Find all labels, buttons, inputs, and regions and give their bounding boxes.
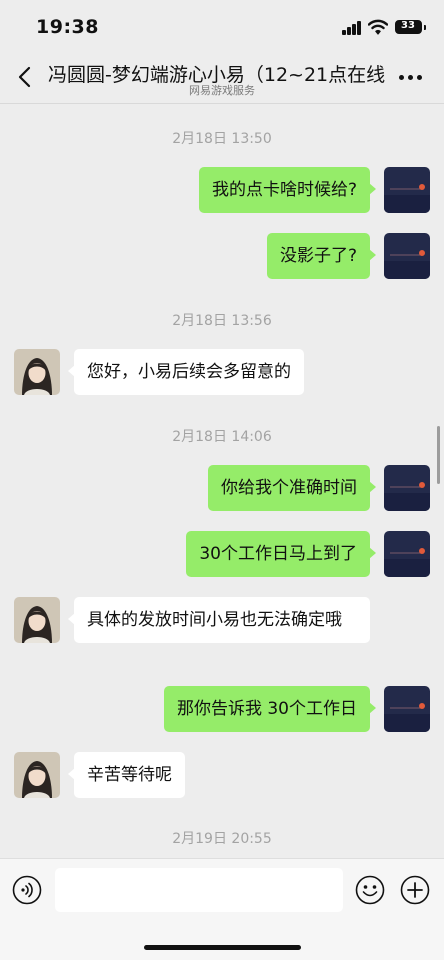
- timestamp: 2月18日 13:56: [172, 313, 272, 329]
- scrollbar[interactable]: [437, 426, 440, 484]
- message-bubble-sent[interactable]: 30个工作日马上到了: [186, 531, 376, 577]
- voice-icon[interactable]: [12, 875, 42, 905]
- avatar[interactable]: [14, 349, 60, 395]
- avatar[interactable]: [384, 167, 430, 213]
- message-input[interactable]: [55, 868, 343, 912]
- home-indicator[interactable]: [144, 945, 301, 950]
- avatar[interactable]: [14, 597, 60, 643]
- moon-avatar-image: [384, 167, 430, 213]
- input-bar: [0, 858, 444, 960]
- avatar[interactable]: [384, 686, 430, 732]
- message-bubble-sent[interactable]: 没影子了?: [266, 233, 377, 279]
- battery-nub: [424, 25, 426, 30]
- avatar[interactable]: [384, 233, 430, 279]
- battery-icon: 33: [395, 20, 422, 34]
- timestamp: 2月19日 20:55: [172, 831, 272, 847]
- moon-avatar-image: [384, 531, 430, 577]
- girl-avatar-image: [14, 349, 60, 395]
- status-time: 19:38: [36, 16, 99, 38]
- chat-subtitle: 网易游戏服务: [189, 84, 255, 97]
- timestamp: 2月18日 13:50: [172, 131, 272, 147]
- nav-bar: 冯圆圆-梦幻端游心小易（12~21点在线 网易游戏服务: [0, 50, 444, 104]
- message-bubble-sent[interactable]: 那你告诉我 30个工作日: [163, 686, 377, 732]
- avatar[interactable]: [384, 465, 430, 511]
- girl-avatar-image: [14, 597, 60, 643]
- moon-avatar-image: [384, 686, 430, 732]
- avatar[interactable]: [384, 531, 430, 577]
- status-bar: 19:38 33: [0, 0, 444, 50]
- moon-avatar-image: [384, 233, 430, 279]
- message-bubble-sent[interactable]: 你给我个准确时间: [208, 465, 376, 511]
- message-bubble-received[interactable]: 辛苦等待呢: [68, 752, 185, 798]
- timestamp: 2月18日 14:06: [172, 429, 272, 445]
- moon-avatar-image: [384, 465, 430, 511]
- emoji-icon[interactable]: [355, 875, 385, 905]
- girl-avatar-image: [14, 752, 60, 798]
- battery-level: 33: [401, 20, 415, 31]
- message-bubble-sent[interactable]: 我的点卡啥时候给?: [198, 167, 377, 213]
- message-bubble-received[interactable]: 您好，小易后续会多留意的: [68, 349, 304, 395]
- chat-area[interactable]: 2月18日 13:50 我的点卡啥时候给? 没影子了? 2月18日 13:56 …: [0, 104, 444, 858]
- cellular-signal-icon: [342, 21, 362, 35]
- message-bubble-received[interactable]: 具体的发放时间小易也无法确定哦: [68, 597, 370, 643]
- more-icon[interactable]: [398, 70, 424, 84]
- wifi-icon: [368, 19, 388, 35]
- plus-icon[interactable]: [400, 875, 430, 905]
- avatar[interactable]: [14, 752, 60, 798]
